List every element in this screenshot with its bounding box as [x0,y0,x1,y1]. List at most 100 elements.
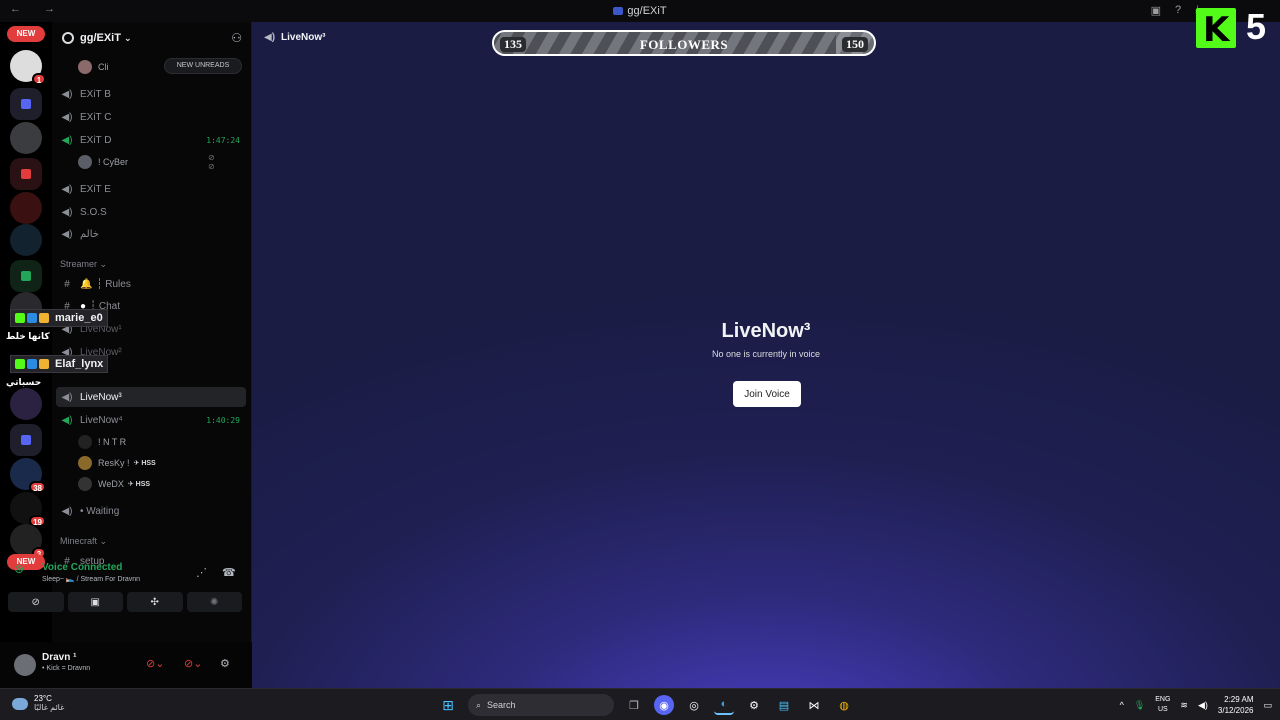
viewer-message: كانها خلط [6,331,50,341]
voice-status[interactable]: Voice Connected [42,562,122,573]
deafened-icon[interactable]: ⊘⌄ [184,657,202,670]
soundboard-button[interactable]: ✺ [186,592,242,612]
weather-widget[interactable]: 23°C غائم غالبًا [12,694,64,712]
clock[interactable]: 2:29 AM 3/12/2026 [1218,694,1254,716]
followers-goal-bar: FOLLOWERS 135 150 [492,30,876,56]
activities-button[interactable]: ✣ [127,592,183,612]
channel-livenow-4[interactable]: ◀) LiveNow⁴ 1:40:29 [56,410,246,430]
windows-start-icon[interactable]: ⊞ [438,695,458,715]
clock-date: 3/12/2026 [1217,706,1254,715]
mention-count: 38 [29,481,46,493]
microphone-icon[interactable]: 🎙 [1134,700,1145,711]
avatar[interactable] [14,654,36,676]
server-icon-7[interactable]: 38 [10,458,46,493]
channel-sos[interactable]: ◀) S.O.S [56,202,246,222]
server-folder-4[interactable] [10,424,42,456]
channel-livenow-3[interactable]: ◀) LiveNow³ [56,387,246,407]
voice-user[interactable]: WeDX ✈ HSS [78,474,150,494]
voice-user[interactable]: ResKy ! ✈ HSS [78,453,156,473]
edge-browser-icon[interactable]: ◐ [714,695,734,715]
notifications-icon[interactable]: ▭ [1263,700,1272,711]
empty-message: No one is currently in voice [711,349,821,359]
join-voice-button[interactable]: Join Voice [733,381,801,407]
noise-suppression-icon[interactable]: ⋰ [196,566,207,579]
server-icon-6[interactable] [10,388,42,420]
lang-top: ENG [1155,696,1171,703]
category-label: Streamer [60,259,98,269]
add-user-icon[interactable]: ⚇ [231,31,242,45]
capcut-icon[interactable]: ⋈ [804,695,824,715]
server-icon-8[interactable]: 19 [10,492,46,527]
viewer-message: حسباتي [6,377,42,387]
category-streamer[interactable]: Streamer ⌄ [60,259,107,270]
task-view-icon[interactable]: ❐ [624,695,644,715]
tray-chevron-icon[interactable]: ^ [1120,700,1124,710]
obs-icon[interactable]: ◎ [684,695,704,715]
system-tray: ^ 🎙 ENG US ≋ ◀) 2:29 AM 3/12/2026 ▭ [1120,693,1272,717]
taskbar-search[interactable]: ⌕ Search [468,694,614,716]
window-title-text: gg/EXiT [627,5,667,17]
user-name: ResKy ! [98,458,130,468]
avatar [78,155,92,169]
voice-user[interactable]: ! CyBer ⊘ ⊘ [78,152,215,172]
server-header[interactable]: gg/EXiT ⌄ ⚇ [52,22,252,54]
server-folder-3[interactable] [10,260,42,292]
wifi-icon[interactable]: ≋ [1180,700,1188,711]
server-icon-4[interactable] [10,224,42,256]
avatar [78,477,92,491]
voice-user[interactable]: ! N T R [78,432,126,452]
discord-app: ← → gg/EXiT ▣ ? ⤓ NEW 1 38 19 3 NEW gg/E… [0,0,1280,688]
category-minecraft[interactable]: Minecraft ⌄ [60,536,107,547]
server-icon-2[interactable] [10,122,42,154]
mention-count: 1 [32,73,46,85]
server-icon-3[interactable] [10,192,42,224]
server-icon-9[interactable]: 3 [10,524,46,559]
server-icon-1[interactable]: 1 [10,50,46,85]
settings-gear-icon[interactable]: ⚙ [220,657,230,670]
channel-label: LiveNow⁴ [80,414,123,426]
channel-rules[interactable]: # 🔔 ┆ Rules [56,274,246,294]
server-folder-2[interactable] [10,158,42,190]
chrome-icon[interactable]: ◍ [834,695,854,715]
speaker-icon: ◀) [61,206,73,218]
help-icon[interactable]: ? [1175,4,1181,17]
sub-badge-icon [27,359,37,369]
window-title: gg/EXiT [0,5,1280,17]
channel-arabic[interactable]: ◀) خالم [56,224,246,244]
new-unreads-pill[interactable]: NEW UNREADS [164,58,242,74]
disconnect-icon[interactable]: ☎ [222,566,236,579]
share-screen-button[interactable]: ▣ [67,592,123,612]
username[interactable]: Dravn ¹ [42,652,76,663]
discord-taskbar-icon[interactable]: ◉ [654,695,674,715]
channel-exit-c[interactable]: ◀) EXiT C [56,107,246,127]
server-name: gg/EXiT [80,32,121,44]
bell-icon: 🔔 [80,278,93,290]
channel-exit-d[interactable]: ◀) EXiT D 1:47:24 [56,130,246,150]
steam-icon[interactable]: ⚙ [744,695,764,715]
crown-badge-icon [39,359,49,369]
speaker-icon: ◀) [61,111,73,123]
voice-channel-path: Sleep~ 🛌 / Stream For Dravnn [42,576,141,583]
channel-label: LiveNow³ [80,391,122,403]
avatar [78,456,92,470]
server-folder-1[interactable] [10,88,42,120]
inbox-icon[interactable]: ▣ [1151,4,1161,17]
mic-muted-icon[interactable]: ⊘⌄ [146,657,164,670]
new-badge-top[interactable]: NEW [7,26,45,42]
hash-icon: # [64,278,70,290]
voice-user[interactable]: Cli [78,57,109,77]
channel-exit-e[interactable]: ◀) EXiT E [56,179,246,199]
voice-action-buttons: ⊘ ▣ ✣ ✺ [8,592,242,614]
store-icon[interactable]: ▤ [774,695,794,715]
volume-icon[interactable]: ◀) [1198,700,1208,711]
voice-timer: 1:47:24 [206,135,240,145]
channel-exit-b[interactable]: ◀) EXiT B [56,84,246,104]
language-indicator[interactable]: ENG US [1155,695,1170,715]
channel-waiting[interactable]: ◀) • Waiting [56,501,246,521]
signal-icon[interactable]: ⊛ [14,562,24,576]
kick-logo-letter: K [1203,10,1230,50]
camera-off-button[interactable]: ⊘ [8,592,64,612]
voice-stage: ◀) LiveNow³ FOLLOWERS 135 150 LiveNow³ No… [252,22,1280,688]
folder-icon [21,435,31,445]
channel-header-title: LiveNow³ [281,32,326,43]
